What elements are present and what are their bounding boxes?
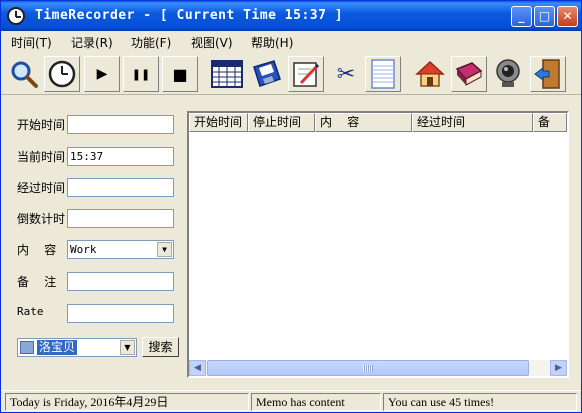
status-date: Today is Friday, 2016年4月29日 xyxy=(5,393,249,411)
app-clock-icon[interactable] xyxy=(7,7,25,25)
column-start-time[interactable]: 开始时间 xyxy=(189,113,248,132)
window-title: TimeRecorder - [ Current Time 15:37 ] xyxy=(35,8,344,23)
floppy-disk-icon[interactable] xyxy=(248,56,284,92)
content-select[interactable]: Work ▼ xyxy=(67,240,174,259)
search-combo[interactable]: 洛宝贝 ▼ xyxy=(17,338,137,357)
pause-icon[interactable]: ❚❚ xyxy=(123,56,159,92)
menu-bar: 时间(T) 记录(R) 功能(F) 视图(V) 帮助(H) xyxy=(1,31,581,53)
column-stop-time[interactable]: 停止时间 xyxy=(248,113,315,132)
countdown-label: 倒数计时 xyxy=(17,212,66,226)
countdown-field[interactable] xyxy=(67,209,174,228)
search-icon xyxy=(20,341,34,354)
close-button[interactable]: ✕ xyxy=(557,6,578,27)
exit-door-icon[interactable] xyxy=(530,56,566,92)
toolbar: ▶ ❚❚ ■ ✂ xyxy=(1,53,581,95)
book-icon[interactable] xyxy=(451,56,487,92)
calendar-grid-icon[interactable] xyxy=(209,56,245,92)
rate-label: Rate xyxy=(17,305,44,318)
content-label: 内 容 xyxy=(17,243,57,257)
home-icon[interactable] xyxy=(412,56,448,92)
current-time-label: 当前时间 xyxy=(17,150,66,164)
chevron-down-icon[interactable]: ▼ xyxy=(120,340,135,355)
status-memo: Memo has content xyxy=(251,393,381,411)
horizontal-scrollbar[interactable]: ◀ ▶ xyxy=(189,360,567,376)
notepad-icon[interactable] xyxy=(365,56,401,92)
search-button[interactable]: 搜索 xyxy=(142,337,179,357)
menu-help[interactable]: 帮助(H) xyxy=(251,34,293,51)
play-icon[interactable]: ▶ xyxy=(84,56,120,92)
elapsed-time-field[interactable] xyxy=(67,178,174,197)
title-bar[interactable]: TimeRecorder - [ Current Time 15:37 ] _ … xyxy=(1,1,581,31)
rate-field[interactable] xyxy=(67,304,174,323)
start-time-label: 开始时间 xyxy=(17,118,66,132)
search-value[interactable]: 洛宝贝 xyxy=(37,340,78,355)
minimize-button[interactable]: _ xyxy=(511,6,532,27)
menu-function[interactable]: 功能(F) xyxy=(131,34,171,51)
edit-note-icon[interactable] xyxy=(288,56,324,92)
memo-field[interactable] xyxy=(67,272,174,291)
record-form: 开始时间 当前时间 15:37 经过时间 倒数计时 内 容 Work ▼ 备 注… xyxy=(7,99,182,389)
scroll-left-icon[interactable]: ◀ xyxy=(189,360,206,376)
status-uses: You can use 45 times! xyxy=(383,393,577,411)
clock-icon[interactable] xyxy=(44,56,80,92)
list-header: 开始时间 停止时间 内 容 经过时间 备 xyxy=(189,113,567,132)
scroll-thumb[interactable] xyxy=(207,360,529,376)
menu-view[interactable]: 视图(V) xyxy=(191,34,233,51)
scroll-right-icon[interactable]: ▶ xyxy=(550,360,567,376)
column-elapsed-time[interactable]: 经过时间 xyxy=(412,113,533,132)
chevron-down-icon[interactable]: ▼ xyxy=(157,242,172,257)
column-memo[interactable]: 备 xyxy=(533,113,567,132)
column-content[interactable]: 内 容 xyxy=(315,113,412,132)
content-select-value: Work xyxy=(70,243,97,256)
main-window: TimeRecorder - [ Current Time 15:37 ] _ … xyxy=(0,0,582,413)
elapsed-time-label: 经过时间 xyxy=(17,181,66,195)
start-time-field[interactable] xyxy=(67,115,174,134)
menu-record[interactable]: 记录(R) xyxy=(71,34,113,51)
magnifier-icon[interactable] xyxy=(6,56,42,92)
records-list[interactable]: 开始时间 停止时间 内 容 经过时间 备 ◀ ▶ xyxy=(187,111,569,378)
memo-label: 备 注 xyxy=(17,275,57,289)
webcam-icon[interactable] xyxy=(490,56,526,92)
grip-icon xyxy=(363,365,373,372)
scissors-icon[interactable]: ✂ xyxy=(328,56,364,92)
current-time-field[interactable]: 15:37 xyxy=(67,147,174,166)
maximize-button[interactable]: □ xyxy=(534,6,555,27)
menu-time[interactable]: 时间(T) xyxy=(11,34,52,51)
status-bar: Today is Friday, 2016年4月29日 Memo has con… xyxy=(1,390,581,412)
stop-icon[interactable]: ■ xyxy=(162,56,198,92)
